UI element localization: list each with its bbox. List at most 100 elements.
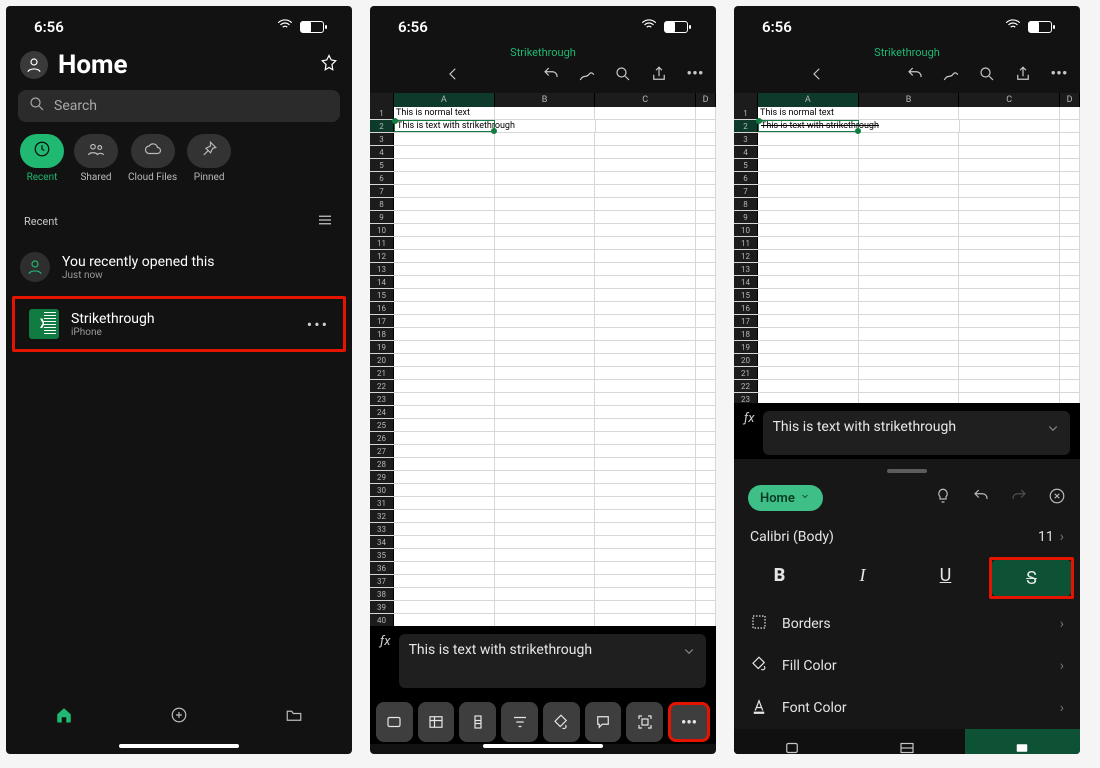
col-b[interactable]: B — [495, 93, 596, 107]
table-row[interactable]: 21 — [734, 367, 1080, 380]
view-card-icon[interactable] — [734, 729, 849, 754]
chevron-down-icon[interactable] — [680, 642, 698, 664]
table-row[interactable]: 15 — [734, 289, 1080, 302]
table-row[interactable]: 8 — [734, 198, 1080, 211]
table-row[interactable]: 18 — [370, 328, 716, 341]
table-row[interactable]: 19 — [734, 341, 1080, 354]
table-row[interactable]: 10 — [734, 224, 1080, 237]
ribbon-home-button[interactable]: Home — [748, 485, 823, 511]
table-row[interactable]: 40 — [370, 614, 716, 626]
col-c[interactable]: C — [595, 93, 696, 107]
redo-icon[interactable] — [1010, 487, 1028, 510]
table-row[interactable]: 20 — [734, 354, 1080, 367]
table-row[interactable]: 10 — [370, 224, 716, 237]
table-row[interactable]: 16 — [734, 302, 1080, 315]
search-icon[interactable] — [612, 63, 634, 85]
share-icon[interactable] — [648, 63, 670, 85]
back-icon[interactable] — [380, 63, 526, 85]
draw-icon[interactable] — [576, 63, 598, 85]
table-row[interactable]: 4 — [370, 146, 716, 159]
nav-home-icon[interactable] — [55, 705, 73, 729]
view-split-icon[interactable] — [849, 729, 964, 754]
user-avatar-icon[interactable] — [20, 51, 48, 79]
chip-cloud[interactable]: Cloud Files — [128, 134, 177, 183]
fx-input[interactable]: This is text with strikethrough — [763, 411, 1070, 455]
table-row[interactable]: 28 — [370, 458, 716, 471]
table-row[interactable]: 22 — [734, 380, 1080, 393]
list-mode-icon[interactable] — [316, 211, 334, 232]
table-row[interactable]: 29 — [370, 471, 716, 484]
table-row[interactable]: 1This is normal text — [370, 107, 716, 120]
table-row[interactable]: 24 — [370, 406, 716, 419]
spreadsheet[interactable]: A B C D 1This is normal text2This is tex… — [734, 93, 1080, 403]
table-row[interactable]: 11 — [734, 237, 1080, 250]
table-row[interactable]: 9 — [370, 211, 716, 224]
col-d[interactable]: D — [1060, 93, 1080, 107]
table-row[interactable]: 14 — [734, 276, 1080, 289]
table-row[interactable]: 6 — [734, 172, 1080, 185]
drag-handle[interactable] — [887, 469, 927, 473]
font-picker[interactable]: Calibri (Body) 11 › — [734, 521, 1080, 553]
table-row[interactable]: 5 — [370, 159, 716, 172]
table-row[interactable]: 2This is text with strikethrough — [370, 120, 716, 133]
table-row[interactable]: 36 — [370, 562, 716, 575]
table-row[interactable]: 27 — [370, 445, 716, 458]
col-d[interactable]: D — [696, 93, 716, 107]
chevron-down-icon[interactable] — [1044, 419, 1062, 441]
premium-icon[interactable] — [320, 53, 338, 77]
table-row[interactable]: 31 — [370, 497, 716, 510]
qt-fill-icon[interactable] — [543, 702, 580, 742]
table-row[interactable]: 32 — [370, 510, 716, 523]
table-row[interactable]: 16 — [370, 302, 716, 315]
strikethrough-button[interactable]: S — [992, 560, 1071, 596]
table-row[interactable]: 19 — [370, 341, 716, 354]
nav-folder-icon[interactable] — [285, 705, 303, 729]
table-row[interactable]: 1This is normal text — [734, 107, 1080, 120]
table-row[interactable]: 20 — [370, 354, 716, 367]
col-a[interactable]: A — [758, 93, 859, 107]
chip-recent[interactable]: Recent — [20, 134, 64, 183]
view-keyboard-icon[interactable] — [965, 729, 1080, 754]
table-row[interactable]: 25 — [370, 419, 716, 432]
col-b[interactable]: B — [859, 93, 960, 107]
table-row[interactable]: 37 — [370, 575, 716, 588]
col-c[interactable]: C — [959, 93, 1060, 107]
search-input[interactable]: Search — [18, 90, 340, 122]
table-row[interactable]: 17 — [370, 315, 716, 328]
table-row[interactable]: 12 — [734, 250, 1080, 263]
back-icon[interactable] — [744, 63, 890, 85]
more-icon[interactable]: ••• — [1048, 63, 1070, 85]
share-icon[interactable] — [1012, 63, 1034, 85]
qt-scan-icon[interactable] — [626, 702, 663, 742]
table-row[interactable]: 7 — [370, 185, 716, 198]
qt-comment-icon[interactable] — [585, 702, 622, 742]
table-row[interactable]: 8 — [370, 198, 716, 211]
ideas-icon[interactable] — [934, 487, 952, 510]
table-row[interactable]: 35 — [370, 549, 716, 562]
col-a[interactable]: A — [394, 93, 495, 107]
table-row[interactable]: 18 — [734, 328, 1080, 341]
table-row[interactable]: 12 — [370, 250, 716, 263]
table-row[interactable]: 39 — [370, 601, 716, 614]
table-row[interactable]: 14 — [370, 276, 716, 289]
more-icon[interactable]: ••• — [684, 63, 706, 85]
table-row[interactable]: 30 — [370, 484, 716, 497]
table-row[interactable]: 4 — [734, 146, 1080, 159]
undo-icon[interactable] — [540, 63, 562, 85]
table-row[interactable]: 17 — [734, 315, 1080, 328]
qt-column-icon[interactable] — [459, 702, 496, 742]
table-row[interactable]: 7 — [734, 185, 1080, 198]
chip-shared[interactable]: Shared — [74, 134, 118, 183]
table-row[interactable]: 33 — [370, 523, 716, 536]
table-row[interactable]: 9 — [734, 211, 1080, 224]
table-row[interactable]: 23 — [370, 393, 716, 406]
table-row[interactable]: 21 — [370, 367, 716, 380]
italic-button[interactable]: I — [823, 557, 902, 593]
table-row[interactable]: 23 — [734, 393, 1080, 403]
spreadsheet[interactable]: A B C D 1This is normal text2This is tex… — [370, 93, 716, 626]
undo-icon[interactable] — [904, 63, 926, 85]
table-row[interactable]: 15 — [370, 289, 716, 302]
table-row[interactable]: 11 — [370, 237, 716, 250]
close-icon[interactable] — [1048, 487, 1066, 510]
table-row[interactable]: 2This is text with strikethrough — [734, 120, 1080, 133]
